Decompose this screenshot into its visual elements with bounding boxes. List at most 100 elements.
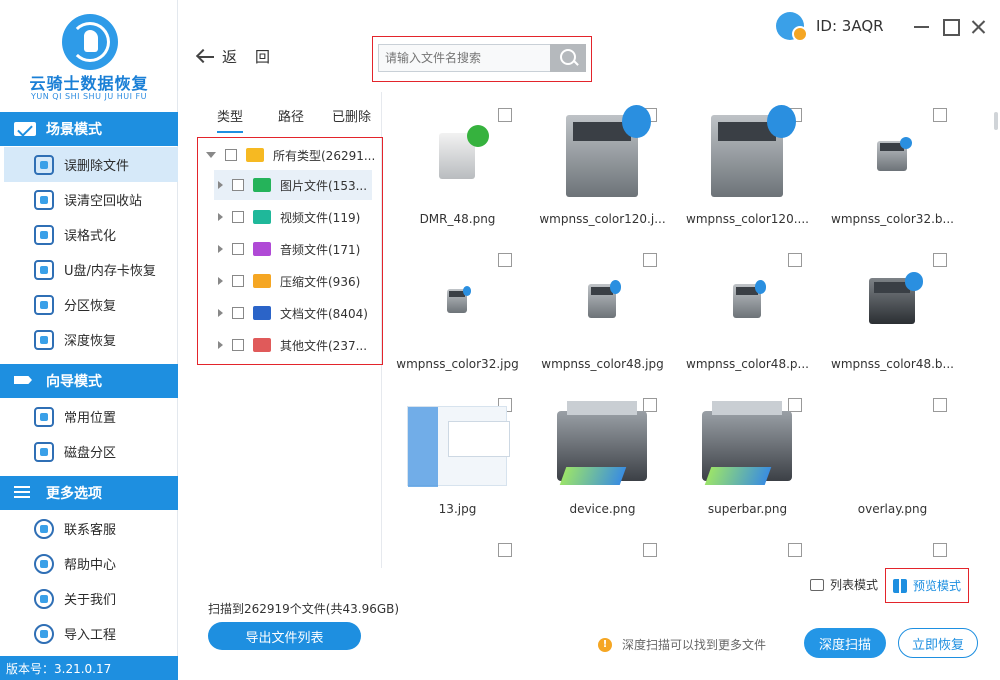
file-card[interactable]: superbar.png [675, 382, 820, 527]
maximize-icon[interactable] [936, 14, 964, 40]
file-name: wmpnss_color120.... [686, 212, 809, 226]
file-name: DMR_48.png [419, 212, 496, 226]
back-button[interactable]: 返回 [198, 46, 288, 67]
tree-row-videos[interactable]: 视频文件(119) [198, 202, 382, 232]
file-card[interactable]: overlay.png [820, 382, 965, 527]
sidebar-item-common-locations[interactable]: 常用位置 [0, 399, 178, 434]
sidebar-item-deep-recovery[interactable]: 深度恢复 [0, 322, 178, 357]
tree-row-audio[interactable]: 音频文件(171) [198, 234, 382, 264]
chevron-right-icon[interactable] [218, 181, 223, 189]
file-thumbnail [842, 255, 942, 347]
sidebar-item-import-project[interactable]: 导入工程 [0, 616, 178, 651]
tab-type[interactable]: 类型 [217, 106, 244, 133]
file-card[interactable]: device.png [530, 382, 675, 527]
chevron-right-icon[interactable] [218, 277, 223, 285]
usb-icon [34, 259, 54, 280]
checkbox[interactable] [232, 211, 244, 223]
format-icon [34, 224, 54, 245]
section-wizard-mode: 向导模式 [0, 364, 178, 398]
import-icon [34, 623, 54, 644]
deep-scan-button[interactable]: 深度扫描 [804, 628, 886, 658]
checkbox[interactable] [933, 543, 947, 557]
chevron-right-icon[interactable] [218, 341, 223, 349]
chevron-right-icon[interactable] [218, 213, 223, 221]
other-file-icon [253, 338, 271, 352]
chevron-right-icon[interactable] [218, 245, 223, 253]
sidebar-item-about[interactable]: 关于我们 [0, 581, 178, 616]
file-card[interactable]: 13.jpg [385, 382, 530, 527]
tree-row-documents[interactable]: 文档文件(8404) [198, 298, 382, 328]
minimize-icon[interactable] [908, 14, 936, 40]
checkbox[interactable] [498, 543, 512, 557]
recover-now-button[interactable]: 立即恢复 [898, 628, 978, 658]
user-area[interactable]: ID: 3AQR [776, 12, 884, 42]
file-name: wmpnss_color48.p... [686, 357, 809, 371]
scrollbar[interactable] [994, 112, 998, 130]
app-logo: 云骑士数据恢复 YUN QI SHI SHU JU HUI FU [0, 0, 178, 112]
windows-icon [34, 406, 54, 427]
checkbox[interactable] [232, 339, 244, 351]
tree-row-archives[interactable]: 压缩文件(936) [198, 266, 382, 296]
file-name: wmpnss_color48.jpg [541, 357, 664, 371]
search-input[interactable] [378, 44, 550, 72]
sidebar-item-help-center[interactable]: 帮助中心 [0, 546, 178, 581]
checkbox[interactable] [788, 543, 802, 557]
logo-icon [62, 14, 118, 70]
preview-mode-button[interactable]: 预览模式 [885, 568, 969, 603]
checkbox[interactable] [643, 543, 657, 557]
sidebar-item-partition[interactable]: 分区恢复 [0, 287, 178, 322]
file-card[interactable]: DMR_48.png [385, 92, 530, 237]
sidebar-item-deleted-files[interactable]: 误删除文件 [4, 147, 178, 182]
list-view-icon [810, 578, 824, 591]
section-more-options: 更多选项 [0, 476, 178, 510]
checkbox[interactable] [225, 149, 237, 161]
list-mode-button[interactable]: 列表模式 [810, 576, 878, 593]
bottom-bar: 列表模式 预览模式 扫描到262919个文件(共43.96GB) 导出文件列表 … [178, 568, 1000, 680]
sidebar-item-contact-support[interactable]: 联系客服 [0, 511, 178, 546]
file-card[interactable]: wmpnss_color48.b... [820, 237, 965, 382]
export-file-list-button[interactable]: 导出文件列表 [208, 622, 361, 650]
tree-row-other[interactable]: 其他文件(237... [198, 330, 382, 360]
file-card[interactable]: wmpnss_color32.b... [820, 92, 965, 237]
close-icon[interactable] [964, 14, 992, 40]
chevron-right-icon[interactable] [218, 309, 223, 317]
file-card[interactable]: wmpnss_color48.p... [675, 237, 820, 382]
tab-path[interactable]: 路径 [278, 106, 304, 125]
file-card[interactable]: wmpnss_color32.jpg [385, 237, 530, 382]
file-thumbnail [552, 400, 652, 492]
tree-row-all-types[interactable]: 所有类型(26291... [198, 140, 382, 170]
sidebar-item-format[interactable]: 误格式化 [0, 217, 178, 252]
section-scene-mode: 场景模式 [0, 112, 178, 146]
file-name: superbar.png [707, 502, 788, 516]
file-card[interactable] [675, 527, 820, 568]
info-icon [34, 588, 54, 609]
tab-deleted[interactable]: 已删除 [332, 106, 371, 125]
chevron-down-icon[interactable] [206, 152, 216, 158]
file-card[interactable] [820, 527, 965, 568]
checkbox[interactable] [232, 243, 244, 255]
sidebar-item-recycle-bin[interactable]: 误清空回收站 [0, 182, 178, 217]
file-card[interactable] [530, 527, 675, 568]
arrow-left-icon [198, 55, 214, 58]
version-label: 版本号：3.21.0.17 [0, 656, 178, 680]
search-icon[interactable] [550, 44, 586, 72]
disk-icon [34, 441, 54, 462]
signpost-icon [14, 374, 36, 388]
file-card[interactable]: wmpnss_color120.... [675, 92, 820, 237]
tree-row-images[interactable]: 图片文件(153... [214, 170, 372, 200]
sidebar-item-disk-partition[interactable]: 磁盘分区 [0, 434, 178, 469]
scan-summary: 扫描到262919个文件(共43.96GB) [208, 602, 400, 616]
user-id: ID: 3AQR [816, 17, 884, 35]
checkbox[interactable] [232, 179, 244, 191]
file-name: wmpnss_color32.jpg [396, 357, 519, 371]
file-thumbnail [552, 255, 652, 347]
file-name: overlay.png [857, 502, 928, 516]
zip-file-icon [253, 274, 271, 288]
sidebar-item-usb[interactable]: U盘/内存卡恢复 [0, 252, 178, 287]
file-card[interactable]: wmpnss_color120.j... [530, 92, 675, 237]
checkbox[interactable] [232, 275, 244, 287]
checkbox[interactable] [232, 307, 244, 319]
file-card[interactable] [385, 527, 530, 568]
file-card[interactable]: wmpnss_color48.jpg [530, 237, 675, 382]
file-name: 13.jpg [438, 502, 477, 516]
